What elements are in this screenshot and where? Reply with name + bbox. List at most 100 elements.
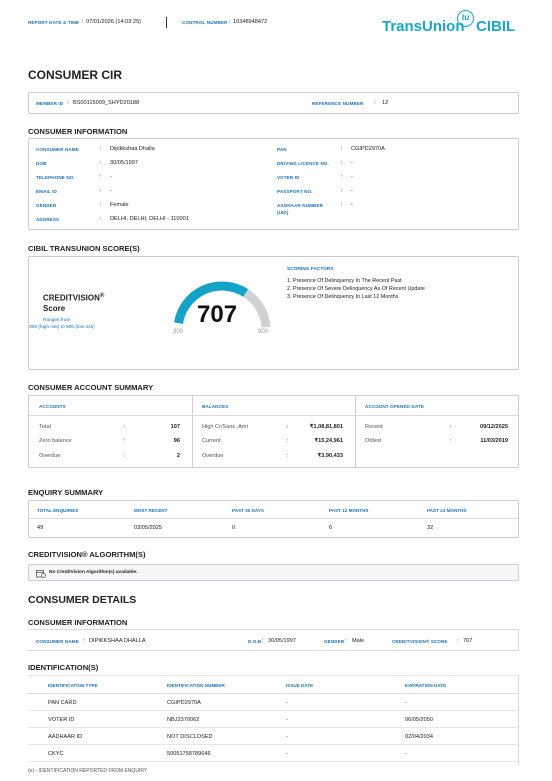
score-box: CREDITVISION® Score Ranges from 300 (hig… [28, 256, 519, 370]
info-value: - [351, 174, 353, 180]
info-label: TELEPHONE NO. [36, 175, 75, 180]
info-label: ADDRESS [36, 217, 60, 222]
balances-row-value: ₹3,90,433 [317, 453, 343, 459]
details-gender-colon: : [345, 638, 347, 644]
info-value: - [110, 188, 112, 194]
balances-row-label: Current [202, 438, 221, 444]
info-row: VOTER ID : - [277, 173, 507, 185]
details-score-value: 707 [463, 638, 473, 644]
info-label: GENDER [36, 203, 57, 208]
details-score-colon: : [457, 638, 459, 644]
info-value: Dipikkshaa Dhalla [110, 146, 155, 152]
opened-row-label: Recent [365, 424, 383, 430]
consumer-info-title: CONSUMER INFORMATION [28, 127, 128, 136]
enquiry-value-cell: 0 [232, 525, 236, 531]
info-label: VOTER ID [277, 175, 300, 180]
info-value: - [351, 202, 353, 208]
info-colon: : [341, 202, 343, 208]
scoring-factors-title: SCORING FACTORS [287, 267, 334, 272]
id-header-cell: IDENTIFICATION NUMBER [167, 683, 225, 688]
id-header-cell: IDENTIFICATION TYPE [48, 683, 98, 688]
enquiry-value-cell: 03/05/2025 [134, 525, 162, 531]
id-cell: 06/05/2050 [405, 717, 433, 723]
id-cell: - [405, 751, 407, 757]
member-box: MEMBER ID : BS00115009_SHYD20188 REFEREN… [28, 92, 519, 114]
accounts-row-label: Zero balance [39, 438, 72, 444]
summary-header-rule [29, 415, 518, 416]
info-label: DOB [36, 161, 47, 166]
opened-row-value: 09/12/2025 [480, 424, 508, 430]
balances-row-label: High Cr/Sanc. Amt [202, 424, 249, 430]
details-dob-value: 30/05/1997 [268, 638, 296, 644]
scoring-factor: 1. Presence Of Delinquency In The Recent… [287, 278, 402, 284]
id-cell: - [405, 700, 407, 706]
info-value: - [351, 188, 353, 194]
info-label: CONSUMER NAME [36, 147, 79, 152]
info-colon: : [100, 160, 102, 166]
scoring-factor: 2. Presence Of Severe Delinquency As Of … [287, 286, 425, 292]
enquiry-value-cell: 49 [37, 525, 44, 531]
details-score-label: CREDITVISION® SCORE [392, 639, 448, 644]
creditvision-subtitle: Score [43, 304, 66, 313]
info-colon: : [100, 174, 102, 180]
opened-row-colon: : [450, 424, 452, 430]
logo-mark: tu [457, 10, 474, 27]
header-divider [166, 17, 167, 28]
info-row: GENDER : Female [36, 201, 266, 213]
identification-table: IDENTIFICATION TYPE IDENTIFICATION NUMBE… [28, 675, 519, 765]
accounts-row-value: 96 [173, 438, 180, 444]
details-name-value: DIPIKKSHAA DHALLA [89, 638, 146, 644]
balances-row-colon: : [287, 424, 289, 430]
logo-text-transunion: TransUnion [382, 18, 465, 35]
balances-row-colon: : [287, 438, 289, 444]
info-label: EMAIL ID [36, 189, 57, 194]
info-row: EMAIL ID : - [36, 187, 266, 199]
info-colon: : [100, 202, 102, 208]
consumer-details-strip: CONSUMER NAME : DIPIKKSHAA DHALLA D.O.B … [28, 629, 519, 651]
report-date-label: REPORT DATE & TIME [28, 20, 80, 25]
reference-colon: : [374, 100, 376, 106]
member-id-value: BS00115009_SHYD20188 [73, 100, 140, 106]
info-colon: : [100, 188, 102, 194]
id-cell: - [286, 700, 288, 706]
logo-mark-text: tu [461, 13, 470, 22]
enquiry-value-cell: 32 [427, 525, 434, 531]
score-min: 300 [173, 329, 184, 335]
balances-header: BALANCES [202, 404, 229, 409]
info-label: PASSPORT NO. [277, 189, 313, 194]
balances-row-colon: : [287, 453, 289, 459]
enquiry-box: TOTAL ENQUIRIES MOST RECENT PAST 30 DAYS… [28, 500, 519, 538]
id-cell: - [286, 751, 288, 757]
table-row: PAN CARD CGIPD2970A - - [28, 694, 518, 711]
accounts-row-label: Total [39, 424, 51, 430]
control-colon: : [229, 19, 231, 25]
identification-footnote: (e) - IDENTIFICATION REPORTED FROM ENQUI… [28, 768, 148, 774]
enquiry-header-cell: TOTAL ENQUIRIES [37, 508, 79, 513]
score-section-title: CIBIL TRANSUNION SCORE(S) [28, 244, 140, 253]
summary-divider [192, 396, 193, 467]
table-row: VOTER ID NBJ2370062 - 06/05/2050 [28, 711, 518, 728]
summary-divider [355, 396, 356, 467]
info-value: Female [110, 202, 129, 208]
id-cell: - [286, 734, 288, 740]
member-id-label: MEMBER ID [36, 101, 64, 106]
id-cell: 50051758789646 [167, 751, 211, 757]
calendar-icon [36, 570, 46, 578]
accounts-row-value: 2 [176, 453, 180, 459]
page-title: CONSUMER CIR [28, 68, 123, 82]
transunion-cibil-logo: TransUnion tu CIBIL [380, 8, 522, 38]
algorithm-message: No CreditVision Algorithm(s) available. [49, 570, 138, 575]
control-number-value: 10348948472 [233, 19, 268, 25]
enquiry-header-cell: PAST 12 MONTHS [329, 508, 369, 513]
id-header-cell: EXPIRATION DATE [405, 683, 447, 688]
table-row: CKYC 50051758789646 - - [28, 745, 518, 762]
info-value: - [351, 160, 353, 166]
creditvision-title: CREDITVISION® [43, 293, 104, 303]
score-max: 900 [258, 329, 269, 335]
score-range-text-2: 300 (high risk) to 900 (low risk) [29, 325, 95, 330]
account-summary-box: ACCOUNTS Total : 107 Zero balance : 96 O… [28, 395, 519, 468]
control-number-label: CONTROL NUMBER [182, 20, 228, 25]
algorithm-title: CREDITVISION® ALGORITHM(S) [28, 550, 146, 559]
info-label: PAN [277, 147, 287, 152]
info-label: AADHAAR NUMBER (UID) [277, 203, 324, 215]
